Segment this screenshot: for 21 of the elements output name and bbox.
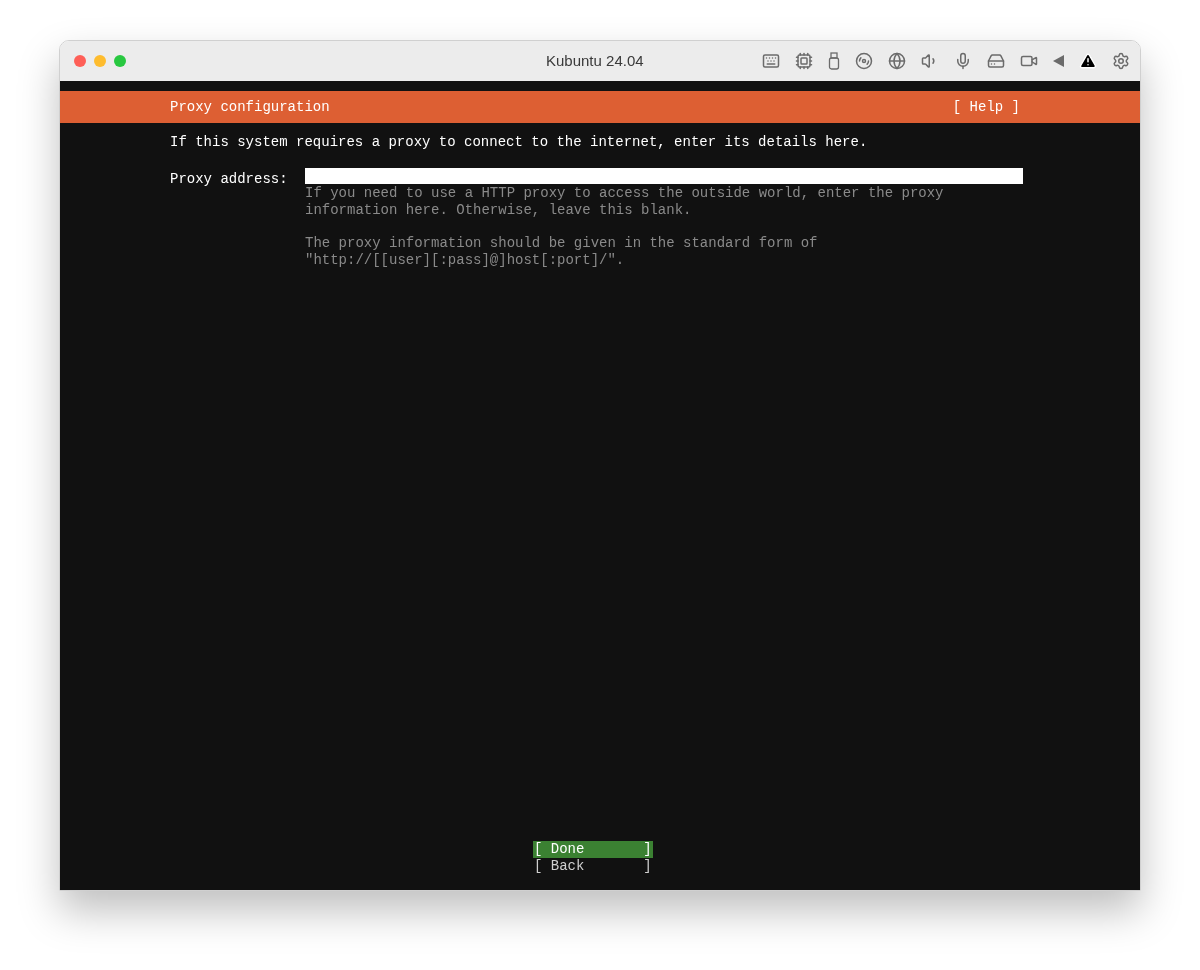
triangle-left-icon[interactable] <box>1053 55 1064 67</box>
microphone-icon[interactable] <box>954 52 972 70</box>
help-text: The proxy information should be given in the standard form of "http://[[user][:pass]@]host[:port]/". <box>305 235 819 269</box>
globe-icon[interactable] <box>888 52 906 70</box>
settings-icon[interactable] <box>1112 52 1130 70</box>
close-button[interactable] <box>74 55 86 67</box>
hard-drive-icon[interactable] <box>987 52 1005 70</box>
help-text: If you need to use a HTTP proxy to access the outside world, enter the proxy information here. Otherwise, leave this blank. <box>305 185 945 219</box>
keyboard-icon[interactable] <box>762 52 780 70</box>
chip-icon[interactable] <box>795 52 813 70</box>
window-title: Kubuntu 24.04 <box>546 50 644 71</box>
disc-icon[interactable] <box>855 52 873 70</box>
proxy-address-field[interactable] <box>305 168 1023 184</box>
field-label: Proxy address: <box>170 170 289 189</box>
intro-text: If this system requires a proxy to connect to the internet, enter its details here. <box>170 133 869 152</box>
warning-icon[interactable] <box>1079 52 1097 70</box>
usb-stick-icon[interactable] <box>828 52 840 70</box>
menu-button[interactable]: [ Done ] <box>533 841 653 858</box>
menu-button[interactable]: [ Back ] <box>533 858 653 875</box>
help-button[interactable]: [ Help ] <box>952 96 1020 118</box>
header-title: Proxy configuration <box>170 97 330 117</box>
